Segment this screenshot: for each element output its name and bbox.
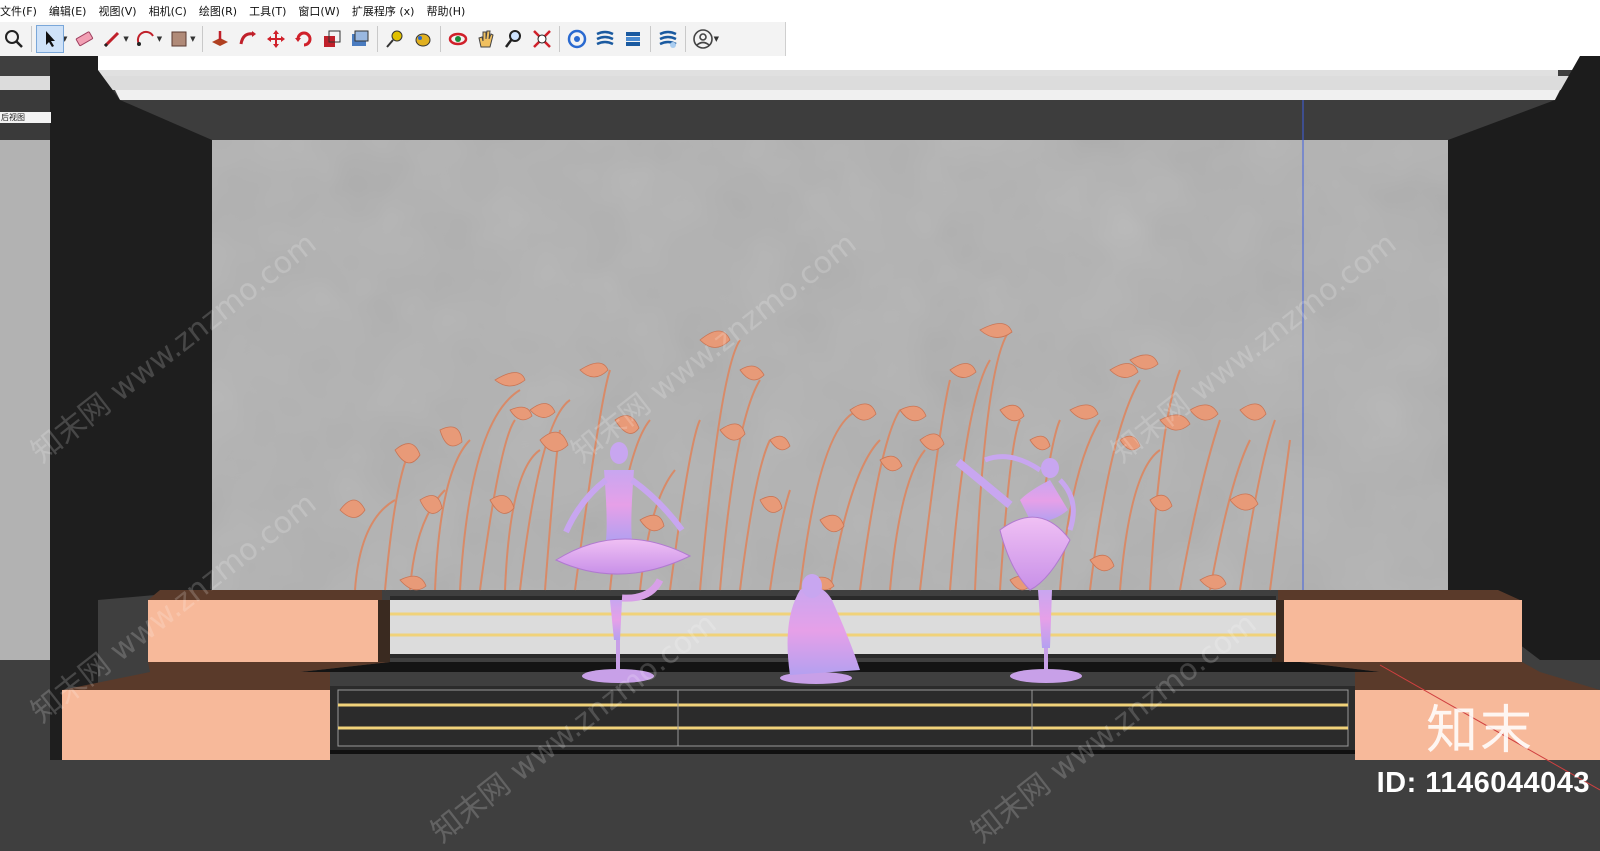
pan-icon <box>477 30 494 48</box>
toolbar-separator <box>439 26 441 52</box>
eraser-icon <box>76 31 94 47</box>
arc-icon <box>136 30 154 46</box>
components-icon <box>567 29 586 49</box>
toolbar-separator <box>649 26 651 52</box>
zoom-extents-button[interactable] <box>2 26 26 52</box>
upper-right-planter <box>1282 600 1522 662</box>
styles-button[interactable] <box>621 26 645 52</box>
tape-measure-icon <box>385 30 403 48</box>
scenes-button[interactable] <box>656 26 680 52</box>
select-button[interactable] <box>36 25 64 53</box>
menu-tools[interactable]: 工具(T) <box>249 3 293 19</box>
move-button[interactable] <box>264 26 288 52</box>
zoom-extents-icon <box>5 30 23 48</box>
left-side-wall <box>0 90 50 660</box>
menu-bar: 文件(F) 编辑(E) 视图(V) 相机(C) 绘图(R) 工具(T) 窗口(W… <box>0 0 1600 22</box>
select-icon <box>46 31 55 47</box>
zoom-window-icon <box>532 30 551 48</box>
push-pull-button[interactable] <box>208 26 232 52</box>
viewport-tab[interactable]: 后视图 <box>0 112 51 123</box>
scale-icon <box>323 30 341 47</box>
toolbar-empty-area <box>786 22 1600 56</box>
menu-help[interactable]: 帮助(H) <box>426 3 472 19</box>
pencil-icon <box>104 31 120 48</box>
menu-camera[interactable]: 相机(C) <box>149 3 194 19</box>
menu-window[interactable]: 窗口(W) <box>298 3 346 19</box>
lower-stage-face <box>330 686 1355 750</box>
watermark-id: ID: 1146044043 <box>1376 767 1590 799</box>
tape-measure-button[interactable] <box>383 26 407 52</box>
account-button[interactable] <box>691 26 715 52</box>
pencil-button[interactable] <box>100 26 124 52</box>
shape-icon <box>171 31 187 47</box>
upper-right-planter-top <box>1278 590 1520 600</box>
arc-button[interactable] <box>134 26 158 52</box>
ceiling-top <box>50 56 1580 70</box>
watermark-logo: 知末 <box>1425 701 1534 761</box>
follow-me-icon <box>239 31 256 45</box>
ceiling-soffit <box>120 100 1555 140</box>
components-button[interactable] <box>565 26 589 52</box>
toolbar-separator <box>201 26 203 52</box>
offset-button[interactable] <box>348 26 372 52</box>
scene-render <box>0 56 1600 827</box>
toolbar-separator <box>376 26 378 52</box>
menu-draw[interactable]: 绘图(R) <box>199 3 244 19</box>
paint-bucket-icon <box>415 33 431 47</box>
toolbar-separator <box>684 26 686 52</box>
toolbar-separator <box>558 26 560 52</box>
rotate-button[interactable] <box>292 26 316 52</box>
push-pull-icon <box>211 31 228 46</box>
paint-bucket-button[interactable] <box>411 26 435 52</box>
scenes-icon <box>659 30 677 48</box>
menu-edit[interactable]: 编辑(E) <box>49 3 94 19</box>
orbit-button[interactable] <box>446 26 470 52</box>
main-toolbar: ▼ ▼ ▼ ▼ ▼ <box>0 22 786 57</box>
model-viewport[interactable]: 后视图 知末网 www.znzmo.com 知末网 www.znzmo.com … <box>0 56 1600 850</box>
right-frame <box>1448 56 1600 660</box>
offset-icon <box>351 30 369 46</box>
shape-button[interactable] <box>167 26 191 52</box>
eraser-button[interactable] <box>72 26 96 52</box>
zoom-icon <box>504 30 521 48</box>
styles-icon <box>625 32 640 46</box>
lower-left-planter <box>62 690 330 760</box>
rotate-icon <box>294 31 312 47</box>
pan-button[interactable] <box>474 26 498 52</box>
layers-icon <box>596 30 614 46</box>
zoom-window-button[interactable] <box>530 26 554 52</box>
menu-file[interactable]: 文件(F) <box>0 3 44 19</box>
orbit-icon <box>448 32 467 46</box>
toolbar-separator <box>31 26 32 52</box>
menu-view[interactable]: 视图(V) <box>98 3 143 19</box>
account-icon <box>692 29 713 49</box>
follow-me-button[interactable] <box>236 26 260 52</box>
menu-extensions[interactable]: 扩展程序 (x) <box>352 3 422 19</box>
move-icon <box>266 30 285 48</box>
ceiling-trim <box>115 90 1560 100</box>
layers-button[interactable] <box>593 26 617 52</box>
scale-button[interactable] <box>320 26 344 52</box>
zoom-button[interactable] <box>502 26 526 52</box>
